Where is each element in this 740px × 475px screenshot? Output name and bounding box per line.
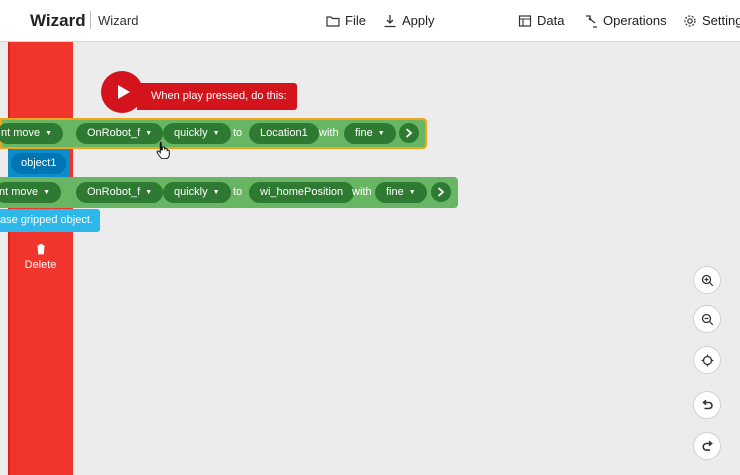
settings-menu[interactable]: Settings: [683, 13, 740, 28]
object-block[interactable]: object1: [8, 150, 70, 177]
caret-down-icon: ▼: [43, 189, 51, 196]
zoom-in-icon: [701, 274, 714, 287]
file-label: File: [345, 13, 366, 28]
wizard-app: Wizard Wizard File Apply Data Operations…: [0, 0, 740, 475]
precision-dropdown[interactable]: fine ▼: [375, 182, 427, 203]
to-word: to: [233, 186, 243, 198]
action-text: nt move: [1, 127, 41, 139]
caret-down-icon: ▼: [145, 189, 153, 196]
top-bar: Wizard Wizard File Apply Data Operations…: [0, 0, 740, 42]
crosshair-icon: [701, 354, 714, 367]
data-label: Data: [537, 13, 565, 28]
settings-label: Settings: [702, 13, 740, 28]
expand-button[interactable]: [399, 123, 419, 143]
device-text: OnRobot_f: [87, 186, 141, 198]
play-trigger[interactable]: [101, 71, 143, 113]
with-word: with: [352, 186, 372, 198]
redo-icon: [702, 440, 713, 451]
caret-down-icon: ▼: [145, 130, 153, 137]
undo-icon: [702, 399, 713, 410]
title-divider: [90, 11, 91, 29]
object-value[interactable]: object1: [11, 153, 67, 174]
trigger-block[interactable]: When play pressed, do this:: [137, 83, 297, 110]
zoom-out-icon: [701, 313, 714, 326]
undo-button[interactable]: [693, 391, 721, 419]
speed-text: quickly: [174, 186, 208, 198]
trash-icon: [36, 244, 45, 255]
caret-down-icon: ▼: [408, 189, 416, 196]
play-icon: [118, 85, 130, 99]
chevron-right-icon: [405, 128, 413, 138]
speed-dropdown[interactable]: quickly ▼: [163, 182, 231, 203]
operations-menu[interactable]: Operations: [584, 13, 667, 28]
folder-icon: [326, 15, 340, 27]
redo-button[interactable]: [693, 432, 721, 460]
recenter-button[interactable]: [693, 346, 721, 374]
action-dropdown[interactable]: nt move ▼: [0, 182, 62, 203]
apply-menu[interactable]: Apply: [383, 13, 435, 28]
target-value[interactable]: Location1: [249, 123, 319, 144]
move-block-2[interactable]: nt move ▼ OnRobot_f ▼ quickly ▼ to wi_homeP…: [0, 177, 458, 208]
action-text: nt move: [0, 186, 39, 198]
operations-label: Operations: [603, 13, 667, 28]
to-word: to: [233, 127, 243, 139]
precision-text: fine: [386, 186, 404, 198]
file-menu[interactable]: File: [326, 13, 366, 28]
caret-down-icon: ▼: [377, 130, 385, 137]
device-dropdown[interactable]: OnRobot_f ▼: [76, 182, 164, 203]
release-block[interactable]: ase gripped object.: [0, 209, 100, 232]
caret-down-icon: ▼: [45, 130, 53, 137]
speed-dropdown[interactable]: quickly ▼: [163, 123, 231, 144]
chevron-right-icon: [437, 187, 445, 197]
with-word: with: [319, 127, 339, 139]
breadcrumb[interactable]: Wizard: [98, 13, 138, 28]
delete-label: Delete: [24, 259, 57, 271]
target-value[interactable]: wi_homePosition: [249, 182, 355, 203]
speed-text: quickly: [174, 127, 208, 139]
caret-down-icon: ▼: [212, 189, 220, 196]
move-block-1[interactable]: nt move ▼ OnRobot_f ▼ quickly ▼ to Location…: [0, 118, 427, 149]
expand-button[interactable]: [431, 182, 451, 202]
delete-target[interactable]: Delete: [8, 243, 73, 271]
hand-cursor-icon: [156, 142, 170, 159]
zoom-in-button[interactable]: [693, 266, 721, 294]
data-menu[interactable]: Data: [518, 13, 564, 28]
download-icon: [384, 14, 396, 27]
action-dropdown[interactable]: nt move ▼: [0, 123, 64, 144]
caret-down-icon: ▼: [212, 130, 220, 137]
device-dropdown[interactable]: OnRobot_f ▼: [76, 123, 164, 144]
gear-icon: [684, 14, 696, 27]
precision-dropdown[interactable]: fine ▼: [344, 123, 396, 144]
app-title: Wizard: [30, 11, 86, 30]
device-text: OnRobot_f: [87, 127, 141, 139]
data-icon: [518, 14, 532, 27]
zoom-out-button[interactable]: [693, 305, 721, 333]
precision-text: fine: [355, 127, 373, 139]
apply-label: Apply: [402, 13, 435, 28]
robot-arm-icon: [586, 14, 597, 28]
